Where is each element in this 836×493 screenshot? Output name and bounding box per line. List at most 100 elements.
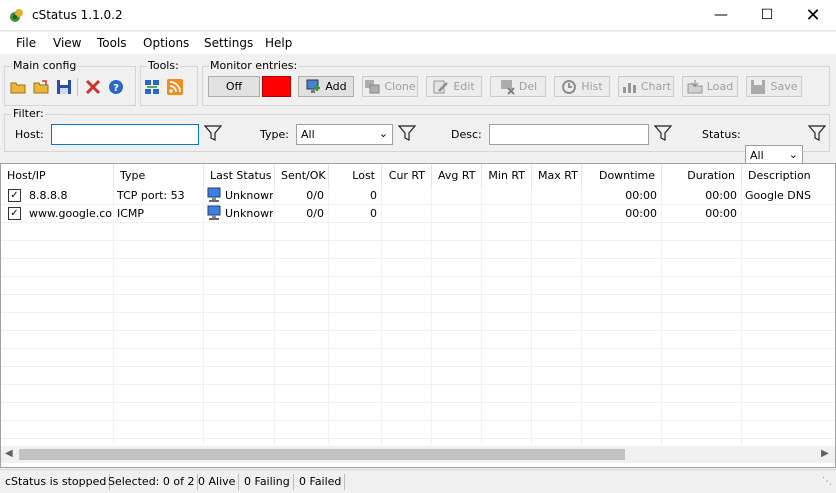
monitor-list[interactable]: Host/IP Type Last Status Sent/OK Lost Cu… <box>0 163 836 468</box>
chevron-down-icon: ⌄ <box>788 148 798 161</box>
help-icon[interactable]: ? <box>108 79 124 95</box>
history-button[interactable]: Hist <box>554 76 610 97</box>
cell-sent: 0/0 <box>306 207 324 220</box>
cell-sent: 0/0 <box>306 189 324 202</box>
scroll-right-icon[interactable]: ▶ <box>821 448 829 459</box>
cell-downtime: 00:00 <box>625 189 657 202</box>
maximize-button[interactable]: ☐ <box>744 0 790 31</box>
cell-downtime: 00:00 <box>625 207 657 220</box>
minimize-button[interactable]: — <box>698 0 744 31</box>
off-toggle-button[interactable]: Off <box>208 76 260 97</box>
history-label: Hist <box>581 80 603 93</box>
cell-status: Unknown <box>225 207 273 220</box>
history-icon <box>562 79 577 94</box>
main-config-label: Main config <box>12 59 78 72</box>
cell-type: ICMP <box>117 207 145 220</box>
table-row[interactable]: ✓ www.google.com ICMP Unknown 0/0 0 00:0… <box>1 205 835 222</box>
desc-filter-label: Desc: <box>451 128 482 141</box>
menu-help[interactable]: Help <box>265 36 292 50</box>
host-filter-icon[interactable] <box>204 124 222 142</box>
status-bar: cStatus is stopped Selected: 0 of 2 0 Al… <box>0 469 836 493</box>
type-filter-value: All <box>301 128 315 141</box>
desc-filter-input[interactable] <box>489 124 649 145</box>
menu-file[interactable]: File <box>16 36 36 50</box>
clone-icon <box>365 79 380 93</box>
status-state: cStatus is stopped <box>2 474 111 490</box>
edit-label: Edit <box>453 80 475 93</box>
off-toggle-label: Off <box>225 80 243 93</box>
cell-host: 8.8.8.8 <box>29 189 68 202</box>
row-checkbox[interactable]: ✓ <box>8 207 21 220</box>
scroll-thumb[interactable] <box>19 449 625 460</box>
desc-filter-icon[interactable] <box>654 124 672 142</box>
open-recent-icon[interactable] <box>33 79 49 95</box>
cell-description <box>741 205 835 222</box>
add-button[interactable]: Add <box>298 76 354 97</box>
app-icon <box>10 9 23 22</box>
resize-grip-icon[interactable]: ⋱ <box>822 476 832 487</box>
cell-status: Unknown <box>225 189 273 202</box>
cell-lost: 0 <box>370 207 377 220</box>
table-row[interactable]: ✓ 8.8.8.8 TCP port: 53 Unknown 0/0 0 00:… <box>1 187 835 204</box>
save-button[interactable]: Save <box>746 76 802 97</box>
menu-view[interactable]: View <box>53 36 81 50</box>
rss-feed-icon[interactable] <box>167 79 183 95</box>
tools-label: Tools: <box>147 59 180 72</box>
type-filter-label: Type: <box>260 128 289 141</box>
cell-description: Google DNS <box>745 189 811 202</box>
add-entry-icon <box>306 79 321 93</box>
cell-duration: 00:00 <box>705 207 737 220</box>
close-config-icon[interactable] <box>85 79 101 95</box>
svg-text:?: ? <box>113 83 119 94</box>
scroll-left-icon[interactable]: ◀ <box>5 448 13 459</box>
status-selected: Selected: 0 of 2 <box>105 474 199 490</box>
load-icon <box>687 79 703 93</box>
menu-bar: File View Tools Options Settings Help <box>0 32 836 54</box>
chevron-down-icon: ⌄ <box>378 127 388 140</box>
clone-label: Clone <box>384 80 416 93</box>
row-checkbox[interactable]: ✓ <box>8 189 21 202</box>
horizontal-scrollbar[interactable]: ◀ ▶ <box>1 446 835 463</box>
edit-icon <box>433 80 449 93</box>
type-filter-select[interactable]: All ⌄ <box>296 124 393 145</box>
status-filter-value: All <box>750 149 764 162</box>
close-button[interactable]: ✕ <box>790 0 836 31</box>
chart-button[interactable]: Chart <box>618 76 674 97</box>
status-indicator <box>262 76 291 97</box>
title-bar: cStatus 1.1.0.2 — ☐ ✕ <box>0 0 836 31</box>
save-icon <box>751 79 766 94</box>
delete-entry-icon <box>500 79 515 95</box>
save-label: Save <box>770 80 798 93</box>
network-tool-icon[interactable] <box>144 79 160 95</box>
status-failing: 0 Failing <box>241 474 294 490</box>
host-filter-label: Host: <box>15 128 44 141</box>
host-filter-input[interactable] <box>51 124 199 145</box>
save-config-icon[interactable] <box>56 79 72 95</box>
monitor-entries-label: Monitor entries: <box>209 59 299 72</box>
status-alive: 0 Alive <box>195 474 240 490</box>
status-failed: 0 Failed <box>296 474 346 490</box>
status-filter-label: Status: <box>702 128 741 141</box>
cell-duration: 00:00 <box>705 189 737 202</box>
monitor-status-icon <box>207 187 221 202</box>
delete-button[interactable]: Del <box>490 76 546 97</box>
cell-type: TCP port: 53 <box>117 189 185 202</box>
load-button[interactable]: Load <box>682 76 738 97</box>
window-title: cStatus 1.1.0.2 <box>32 8 123 22</box>
load-label: Load <box>706 80 734 93</box>
open-folder-icon[interactable] <box>10 79 26 95</box>
menu-settings[interactable]: Settings <box>204 36 253 50</box>
monitor-status-icon <box>207 205 221 220</box>
filter-label: Filter: <box>12 107 45 120</box>
delete-label: Del <box>518 80 538 93</box>
type-filter-icon[interactable] <box>398 124 416 142</box>
chart-label: Chart <box>640 80 672 93</box>
add-label: Add <box>325 80 347 93</box>
menu-tools[interactable]: Tools <box>97 36 127 50</box>
cell-host: www.google.com <box>29 207 113 220</box>
menu-options[interactable]: Options <box>143 36 189 50</box>
clone-button[interactable]: Clone <box>362 76 418 97</box>
status-filter-icon[interactable] <box>808 124 826 142</box>
edit-button[interactable]: Edit <box>426 76 482 97</box>
chart-icon <box>622 82 636 93</box>
